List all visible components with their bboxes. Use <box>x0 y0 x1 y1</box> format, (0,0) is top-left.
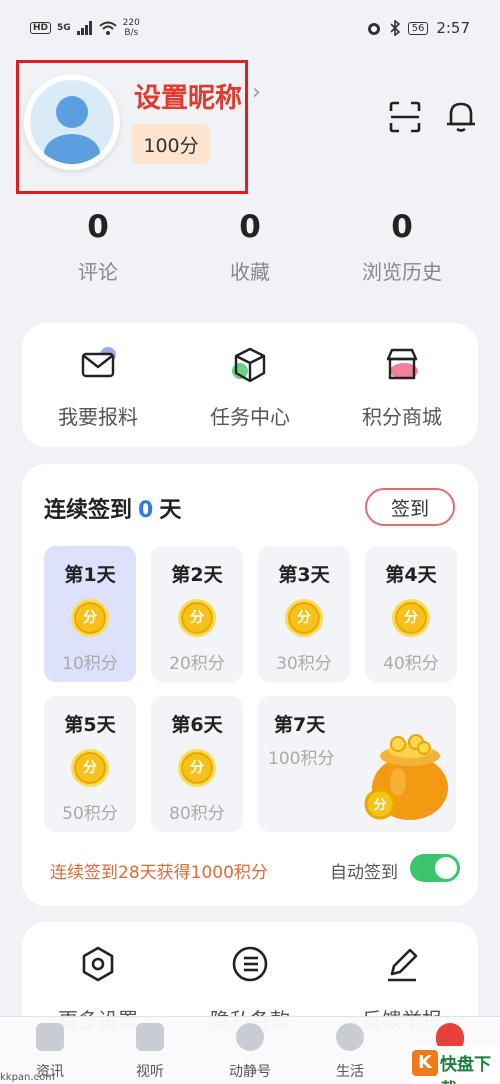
scan-icon[interactable] <box>388 100 422 134</box>
signin-title: 连续签到 0 天 <box>44 492 181 524</box>
coin-icon: 分 <box>178 749 216 787</box>
quick-action-label: 任务中心 <box>210 405 290 429</box>
coin-icon: 分 <box>71 599 109 637</box>
stats-row: 0 评论 0 收藏 0 浏览历史 <box>0 206 500 296</box>
watermark-letter: K <box>412 1050 438 1076</box>
pen-icon <box>388 948 418 982</box>
status-bar: HD 5G 220 B/s 56 2:57 <box>0 0 500 56</box>
profile-header: 设置昵称 › 100分 <box>0 56 500 206</box>
day-points: 50积分 <box>62 804 118 824</box>
signal-icon <box>76 21 92 35</box>
signin-card: 连续签到 0 天 签到 第1天 分 10积分 第2天 分 20积分 第3天 分 30… <box>22 464 478 906</box>
cube-icon <box>232 347 266 383</box>
watermark-text: 快盘下载 <box>440 1055 491 1084</box>
stat-label: 浏览历史 <box>362 260 442 284</box>
quick-action-report[interactable]: 我要报料 <box>22 345 174 430</box>
signin-title-prefix: 连续签到 <box>44 498 133 523</box>
signal-label: 5G <box>57 23 71 33</box>
signin-button[interactable]: 签到 <box>365 488 455 526</box>
tab-life[interactable]: 生活 <box>300 1023 400 1081</box>
chat-icon <box>236 1023 264 1051</box>
day-title: 第3天 <box>278 564 330 586</box>
quick-action-shop[interactable]: 积分商城 <box>326 345 478 430</box>
coin-icon: 分 <box>71 749 109 787</box>
signin-day-6[interactable]: 第6天 分 80积分 <box>151 696 243 832</box>
list-icon <box>232 946 268 982</box>
svg-text:分: 分 <box>373 797 386 813</box>
news-icon <box>36 1023 64 1051</box>
hexagon-gear-icon <box>82 946 114 982</box>
watermark-site: kkpan.com <box>0 1072 55 1083</box>
signin-day-3[interactable]: 第3天 分 30积分 <box>258 546 350 682</box>
day-points: 80积分 <box>169 804 225 824</box>
stat-label: 收藏 <box>230 260 270 284</box>
signin-day-2[interactable]: 第2天 分 20积分 <box>151 546 243 682</box>
auto-signin-toggle[interactable] <box>410 854 460 882</box>
signin-count: 0 <box>138 498 154 523</box>
bluetooth-icon <box>390 20 400 36</box>
alarm-icon <box>367 23 380 35</box>
hd-network-badge: HD <box>30 22 52 34</box>
tab-label: 生活 <box>336 1064 364 1080</box>
tab-label: 动静号 <box>229 1064 271 1080</box>
network-speed: 220 B/s <box>123 18 140 38</box>
watermark-logo: K 快盘下载 <box>410 1046 500 1084</box>
day-title: 第7天 <box>274 714 326 736</box>
coin-icon: 分 <box>392 599 430 637</box>
wifi-icon <box>99 21 117 35</box>
battery-indicator: 56 <box>407 21 429 35</box>
day-points: 30积分 <box>276 654 332 674</box>
day-title: 第4天 <box>385 564 437 586</box>
compass-icon <box>336 1023 364 1051</box>
quick-action-label: 积分商城 <box>362 405 442 429</box>
quick-action-tasks[interactable]: 任务中心 <box>174 345 326 430</box>
signin-title-suffix: 天 <box>159 498 182 523</box>
speed-unit: B/s <box>124 28 139 38</box>
signin-day-7[interactable]: 第7天 100积分 分 <box>258 696 456 832</box>
auto-signin-label: 自动签到 <box>330 863 398 883</box>
day-title: 第2天 <box>171 564 223 586</box>
stat-value: 0 <box>391 209 413 245</box>
signin-reward-note: 连续签到28天获得1000积分 <box>50 863 268 883</box>
coin-icon: 分 <box>285 599 323 637</box>
stat-label: 评论 <box>78 260 118 284</box>
signin-day-5[interactable]: 第5天 分 50积分 <box>44 696 136 832</box>
speed-value: 220 <box>122 18 140 28</box>
stat-history[interactable]: 0 浏览历史 <box>332 206 472 285</box>
day-title: 第6天 <box>171 714 223 736</box>
play-icon <box>136 1023 164 1051</box>
coin-icon: 分 <box>178 599 216 637</box>
day-points: 100积分 <box>268 749 335 769</box>
day-points: 10积分 <box>62 654 118 674</box>
day-points: 20积分 <box>169 654 225 674</box>
tab-label: 视听 <box>136 1064 164 1080</box>
quick-actions-card: 我要报料 任务中心 积分商城 <box>22 323 478 447</box>
day-points: 40积分 <box>383 654 439 674</box>
stat-value: 0 <box>239 209 261 245</box>
toggle-knob <box>435 857 457 879</box>
highlight-frame <box>16 60 248 194</box>
day-title: 第1天 <box>64 564 116 586</box>
stat-comments[interactable]: 0 评论 <box>28 206 168 285</box>
tab-video[interactable]: 视听 <box>100 1023 200 1081</box>
tab-channel[interactable]: 动静号 <box>200 1023 300 1081</box>
stat-favorites[interactable]: 0 收藏 <box>180 206 320 285</box>
shop-icon <box>386 348 418 380</box>
signin-day-1[interactable]: 第1天 分 10积分 <box>44 546 136 682</box>
clock: 2:57 <box>436 19 470 37</box>
gold-pot-icon: 分 <box>364 734 448 820</box>
day-title: 第5天 <box>64 714 116 736</box>
quick-action-label: 我要报料 <box>58 405 138 429</box>
mail-icon <box>81 347 116 378</box>
bell-icon[interactable] <box>444 98 478 134</box>
stat-value: 0 <box>87 209 109 245</box>
signin-day-4[interactable]: 第4天 分 40积分 <box>365 546 457 682</box>
chevron-right-icon: › <box>252 80 261 105</box>
